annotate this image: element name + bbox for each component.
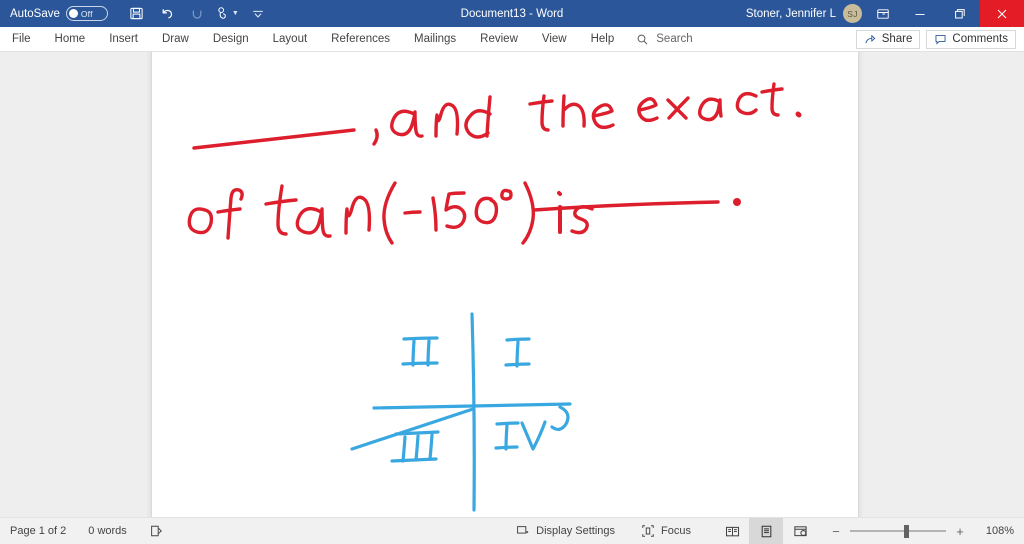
display-settings-icon bbox=[517, 526, 529, 534]
save-button[interactable] bbox=[122, 2, 152, 26]
restore-icon bbox=[955, 8, 965, 18]
avatar: SJ bbox=[843, 4, 862, 23]
tab-mailings[interactable]: Mailings bbox=[402, 27, 468, 52]
web-layout-button[interactable] bbox=[783, 518, 817, 544]
search-icon bbox=[637, 34, 648, 45]
search-input[interactable]: Search bbox=[636, 33, 693, 46]
title-bar: AutoSave Off ▼ Document13 - Word Stoner,… bbox=[0, 0, 1024, 27]
account-name: Stoner, Jennifer L bbox=[745, 7, 836, 20]
account-control[interactable]: Stoner, Jennifer L SJ bbox=[746, 4, 866, 23]
minimize-button[interactable] bbox=[900, 0, 940, 27]
tab-home[interactable]: Home bbox=[43, 27, 98, 52]
comment-icon bbox=[935, 34, 946, 45]
display-settings-button[interactable]: Display Settings bbox=[516, 524, 615, 538]
autosave-toggle[interactable]: Off bbox=[65, 6, 108, 21]
proofing-status-button[interactable] bbox=[149, 524, 163, 538]
web-layout-icon bbox=[793, 525, 807, 536]
share-label: Share bbox=[881, 33, 913, 45]
autosave-control[interactable]: AutoSave Off bbox=[10, 6, 108, 21]
word-application-window: AutoSave Off ▼ Document13 - Word Stoner,… bbox=[0, 0, 1024, 544]
tab-view[interactable]: View bbox=[530, 27, 579, 52]
restore-button[interactable] bbox=[940, 0, 980, 27]
comments-button[interactable]: Comments bbox=[926, 29, 1016, 49]
zoom-in-button[interactable]: + bbox=[955, 524, 965, 539]
zoom-out-button[interactable]: − bbox=[831, 524, 841, 539]
quick-access-toolbar: ▼ bbox=[122, 2, 269, 26]
customize-quick-access-button[interactable] bbox=[247, 2, 269, 26]
tab-design[interactable]: Design bbox=[201, 27, 261, 52]
share-icon bbox=[865, 34, 876, 43]
tab-references[interactable]: References bbox=[319, 27, 402, 52]
autosave-label: AutoSave bbox=[10, 7, 60, 20]
chevron-down-icon bbox=[253, 10, 263, 17]
undo-button[interactable] bbox=[152, 2, 182, 26]
tab-draw[interactable]: Draw bbox=[150, 27, 201, 52]
autosave-state-label: Off bbox=[80, 8, 93, 19]
redo-button[interactable] bbox=[182, 2, 212, 26]
print-layout-icon bbox=[761, 525, 771, 537]
touch-mode-chevron-down-icon[interactable]: ▼ bbox=[232, 10, 239, 17]
zoom-slider[interactable] bbox=[850, 518, 946, 544]
document-page[interactable] bbox=[152, 52, 858, 517]
minimize-icon bbox=[915, 13, 925, 15]
status-bar-left-group: Page 1 of 2 0 words bbox=[0, 524, 163, 538]
close-button[interactable] bbox=[980, 0, 1024, 27]
read-mode-button[interactable] bbox=[715, 518, 749, 544]
comments-label: Comments bbox=[952, 33, 1008, 45]
print-layout-button[interactable] bbox=[749, 517, 783, 544]
title-bar-right-group: Stoner, Jennifer L SJ bbox=[746, 0, 1024, 27]
display-settings-label: Display Settings bbox=[536, 525, 616, 537]
tab-review[interactable]: Review bbox=[468, 27, 530, 52]
touch-mode-button[interactable] bbox=[212, 2, 234, 26]
page-indicator[interactable]: Page 1 of 2 bbox=[10, 525, 66, 537]
ribbon-display-options-button[interactable] bbox=[866, 0, 900, 27]
tab-layout[interactable]: Layout bbox=[261, 27, 320, 52]
proofing-errors-icon bbox=[150, 525, 162, 537]
document-workspace[interactable] bbox=[0, 52, 1024, 517]
tab-insert[interactable]: Insert bbox=[97, 27, 150, 52]
word-count[interactable]: 0 words bbox=[88, 525, 127, 537]
zoom-slider-thumb[interactable] bbox=[904, 524, 909, 538]
ribbon-tab-bar: File Home Insert Draw Design Layout Refe… bbox=[0, 27, 1024, 52]
zoom-slider-track bbox=[850, 530, 946, 532]
share-button[interactable]: Share bbox=[855, 29, 921, 49]
search-placeholder: Search bbox=[656, 33, 693, 45]
zoom-level-label[interactable]: 108% bbox=[974, 525, 1014, 537]
undo-icon bbox=[162, 8, 172, 18]
status-bar: Page 1 of 2 0 words Display Settings Foc… bbox=[0, 517, 1024, 544]
save-icon bbox=[130, 7, 144, 20]
toggle-knob bbox=[68, 9, 78, 18]
ribbon-display-options-icon bbox=[877, 8, 889, 19]
focus-label: Focus bbox=[661, 525, 691, 537]
page-shadow-right bbox=[858, 52, 864, 517]
ribbon-right-group: Share Comments bbox=[855, 29, 1024, 49]
redo-icon bbox=[192, 10, 202, 19]
focus-mode-button[interactable]: Focus bbox=[641, 524, 691, 538]
read-mode-icon bbox=[725, 526, 739, 536]
ribbon-tabs: File Home Insert Draw Design Layout Refe… bbox=[0, 27, 626, 52]
tab-help[interactable]: Help bbox=[579, 27, 627, 52]
tab-file[interactable]: File bbox=[0, 27, 43, 52]
status-bar-right-group: Display Settings Focus − + 108% bbox=[516, 517, 1024, 544]
focus-icon bbox=[642, 525, 654, 537]
touch-pen-icon bbox=[218, 7, 227, 19]
close-icon bbox=[997, 9, 1007, 18]
zoom-control: − + 108% bbox=[831, 518, 1014, 544]
